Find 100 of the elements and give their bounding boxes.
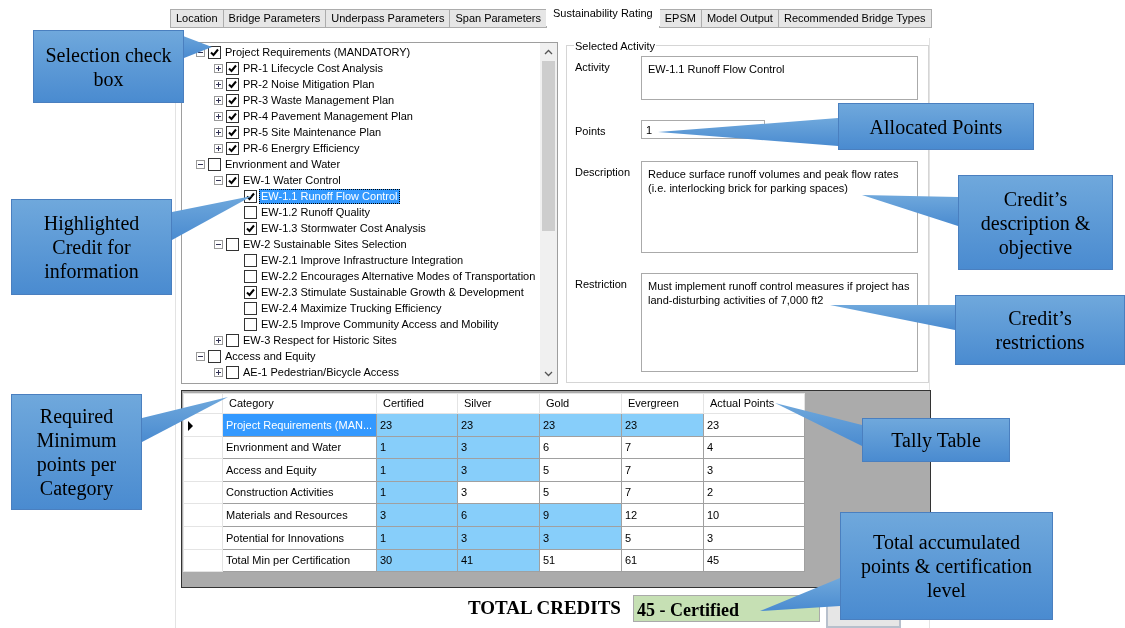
tree-item[interactable]: PR-6 Energry Efficiency <box>241 140 362 156</box>
table-cell: 3 <box>457 481 540 504</box>
column-header[interactable]: Category <box>222 393 377 414</box>
column-header[interactable]: Gold <box>539 393 622 414</box>
checkbox[interactable] <box>226 333 239 347</box>
tab[interactable]: Underpass Parameters <box>325 9 451 28</box>
text-field[interactable]: Reduce surface runoff volumes and peak flow rates (i.e. interlocking brick for parking spaces) <box>641 160 918 253</box>
tab[interactable]: Recommended Bridge Types <box>777 9 932 28</box>
expand-icon[interactable] <box>214 127 223 137</box>
scrollbar[interactable] <box>540 43 557 383</box>
checkbox[interactable] <box>226 125 239 139</box>
checkbox[interactable] <box>226 365 239 379</box>
checkbox[interactable] <box>226 93 239 107</box>
checkbox[interactable] <box>208 45 221 59</box>
expand-icon[interactable] <box>214 95 223 105</box>
table-cell: 3 <box>703 458 805 482</box>
tree-item[interactable]: PR-2 Noise Mitigation Plan <box>241 76 377 92</box>
field-label: Activity <box>575 60 611 75</box>
callout: Required Minimum points per Category <box>11 394 142 510</box>
column-header[interactable]: Evergreen <box>621 393 704 414</box>
tree-item[interactable]: PR-3 Waste Management Plan <box>241 92 397 108</box>
tree-view[interactable] <box>181 42 558 384</box>
tree-item[interactable]: Access and Equity <box>223 348 318 364</box>
tree-item[interactable]: Envrionment and Water <box>223 156 343 172</box>
scroll-up-icon[interactable] <box>544 49 553 55</box>
table-cell: 7 <box>621 458 704 482</box>
checkbox[interactable] <box>208 157 221 171</box>
table-cell[interactable]: Total Min per Certification <box>222 549 377 572</box>
checkbox[interactable] <box>208 349 221 363</box>
callout: Selection check box <box>33 30 184 103</box>
table-cell[interactable]: Materials and Resources <box>222 503 377 527</box>
expand-icon[interactable] <box>214 63 223 73</box>
checkbox[interactable] <box>244 317 257 331</box>
tree-item[interactable]: EW-2.1 Improve Infrastructure Integration <box>259 252 466 268</box>
tree-item[interactable]: EW-1.3 Stormwater Cost Analysis <box>259 220 428 236</box>
collapse-icon[interactable] <box>214 239 223 249</box>
table-cell: 12 <box>621 503 704 527</box>
checkbox[interactable] <box>244 301 257 315</box>
tree-item[interactable]: EW-1 Water Control <box>241 172 343 188</box>
tab[interactable]: Location <box>170 9 224 28</box>
tree-item[interactable]: PR-4 Pavement Management Plan <box>241 108 415 124</box>
table-cell[interactable]: Construction Activities <box>222 481 377 504</box>
tab[interactable]: Bridge Parameters <box>222 9 327 28</box>
text-field[interactable]: EW-1.1 Runoff Flow Control <box>641 56 918 100</box>
collapse-icon[interactable] <box>196 159 205 169</box>
tab[interactable]: Model Output <box>700 9 779 28</box>
tree-item[interactable]: EW-2.5 Improve Community Access and Mobility <box>259 316 501 332</box>
checkbox[interactable] <box>226 109 239 123</box>
checkbox[interactable] <box>244 205 257 219</box>
tree-item[interactable]: EW-2.4 Maximize Trucking Efficiency <box>259 300 444 316</box>
checkbox[interactable] <box>244 253 257 267</box>
expand-icon[interactable] <box>214 367 223 377</box>
checkbox[interactable] <box>226 237 239 251</box>
tree-item[interactable]: EW-2.2 Encourages Alternative Modes of Transportation <box>259 268 538 284</box>
checkbox[interactable] <box>226 61 239 75</box>
tree-item[interactable]: Project Requirements (MANDATORY) <box>223 44 413 60</box>
scroll-down-icon[interactable] <box>544 371 553 377</box>
expand-icon[interactable] <box>214 335 223 345</box>
callout: Allocated Points <box>838 103 1034 150</box>
tree-item[interactable]: PR-5 Site Maintenance Plan <box>241 124 384 140</box>
field-label: Description <box>575 164 632 180</box>
table-cell[interactable]: Envrionment and Water <box>222 436 377 459</box>
tree-item[interactable]: EW-2.3 Stimulate Sustainable Growth & Development <box>259 284 526 300</box>
column-header[interactable]: Certified <box>376 393 458 414</box>
table-cell: 45 <box>703 549 805 572</box>
callout: Tally Table <box>862 418 1010 462</box>
table-cell[interactable]: Access and Equity <box>222 458 377 482</box>
tree-item[interactable]: EW-1.2 Runoff Quality <box>259 204 373 220</box>
expand-icon[interactable] <box>214 143 223 153</box>
collapse-icon[interactable] <box>196 351 205 361</box>
checkbox[interactable] <box>244 285 257 299</box>
checkbox[interactable] <box>244 189 257 203</box>
callout: Total accumulated points & certification level <box>840 512 1053 620</box>
tab[interactable]: EPSM <box>658 9 702 28</box>
tree-item[interactable]: AE-1 Pedestrian/Bicycle Access <box>241 364 401 380</box>
column-header[interactable]: Actual Points <box>703 393 805 414</box>
table-cell: 2 <box>703 481 805 504</box>
table-cell[interactable]: Potential for Innovations <box>222 526 377 550</box>
table-cell: 61 <box>621 549 704 572</box>
expand-icon[interactable] <box>214 111 223 121</box>
expand-icon[interactable] <box>214 79 223 89</box>
text-field[interactable]: Must implement runoff control measures if project has land-disturbing activities of 7,000 ft2 <box>641 272 918 372</box>
tree-item[interactable]: EW-2 Sustainable Sites Selection <box>241 236 409 252</box>
table-cell: 7 <box>621 436 704 459</box>
callout: Highlighted Credit for information <box>11 199 172 295</box>
column-header[interactable]: Silver <box>457 393 540 414</box>
tab[interactable]: Sustainability Rating <box>546 6 660 26</box>
collapse-icon[interactable] <box>214 175 223 185</box>
tree-item[interactable]: PR-1 Lifecycle Cost Analysis <box>241 60 385 76</box>
checkbox[interactable] <box>226 141 239 155</box>
field-label: Points <box>575 124 607 139</box>
tree-item[interactable]: EW-3 Respect for Historic Sites <box>241 332 399 348</box>
tab[interactable]: Span Parameters <box>449 9 548 28</box>
callout: Credit’s restrictions <box>955 295 1125 365</box>
checkbox[interactable] <box>244 269 257 283</box>
table-cell: 5 <box>539 481 622 504</box>
checkbox[interactable] <box>244 221 257 235</box>
table-cell: 5 <box>539 458 622 482</box>
checkbox[interactable] <box>226 77 239 91</box>
checkbox[interactable] <box>226 173 239 187</box>
